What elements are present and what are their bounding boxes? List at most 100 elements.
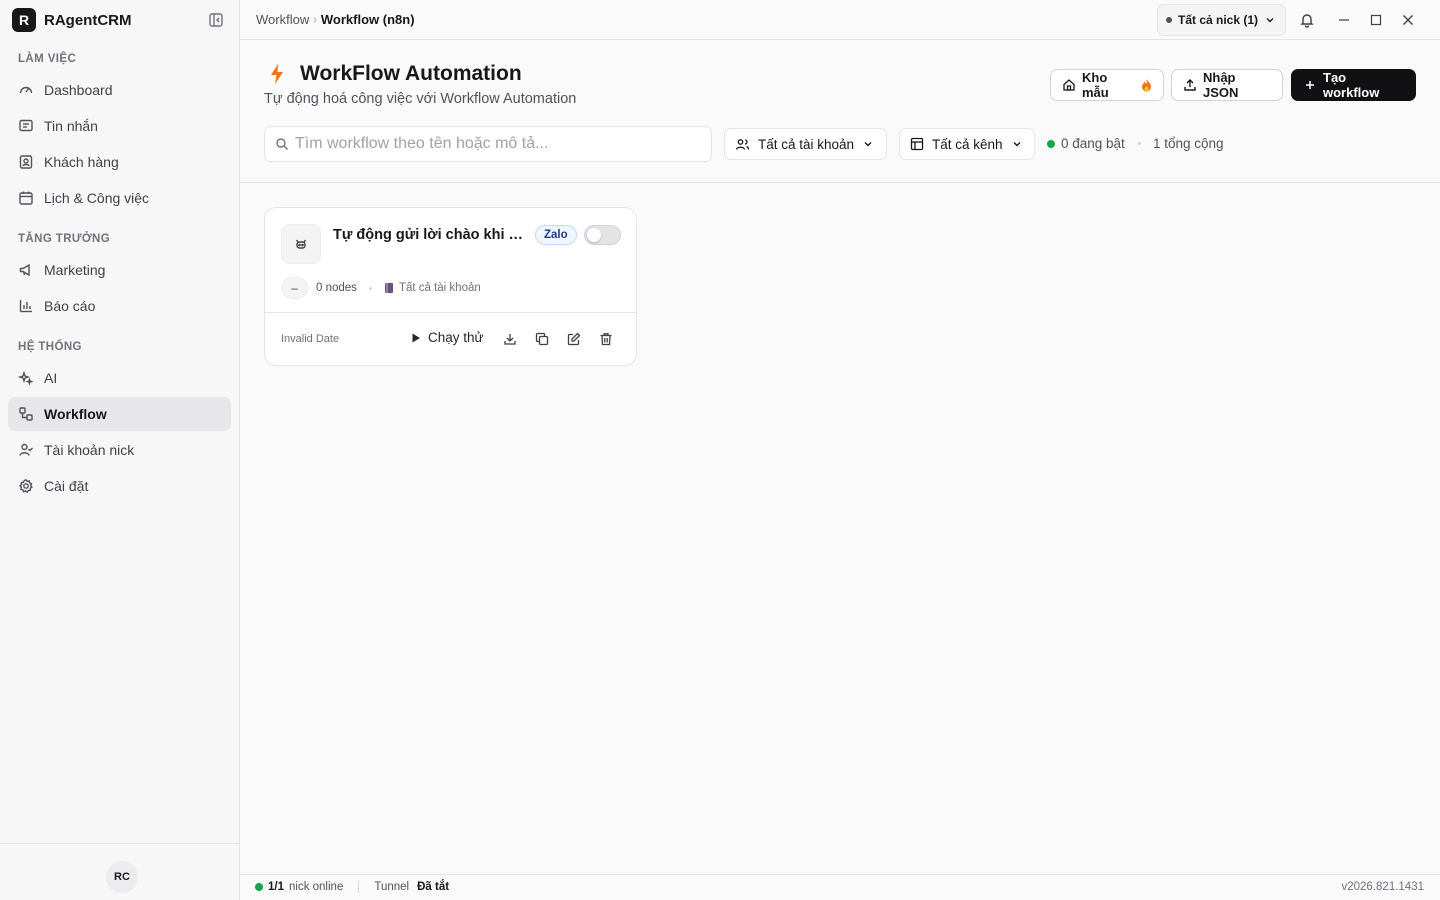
gauge-icon (18, 82, 34, 98)
brand[interactable]: R RAgentCRM (12, 8, 132, 32)
fire-icon (1141, 78, 1152, 92)
home-icon (1062, 78, 1076, 92)
create-workflow-button-label: Tạo workflow (1323, 70, 1380, 100)
bar-chart-icon (18, 298, 34, 314)
download-icon[interactable] (502, 331, 518, 347)
online-status-dot-icon (255, 883, 263, 891)
chevron-down-icon (1264, 14, 1276, 26)
workflow-card[interactable]: Tự động gửi lời chào khi kết bạn Zalo – … (264, 207, 637, 366)
search-box[interactable] (264, 126, 712, 162)
breadcrumb-item[interactable]: Workflow (256, 12, 309, 27)
total-count-label: 1 tổng cộng (1153, 136, 1224, 151)
breadcrumb-current: Workflow (n8n) (320, 12, 415, 27)
calendar-icon (18, 190, 34, 206)
trash-icon[interactable] (598, 331, 614, 347)
search-icon (275, 137, 289, 151)
sidebar-collapse-icon[interactable] (206, 10, 226, 30)
close-icon[interactable] (1398, 10, 1418, 30)
total-count: 1 tổng cộng (1153, 136, 1224, 151)
nick-select-value: Tất cả nick (1) (1178, 13, 1259, 27)
workflow-enable-toggle[interactable] (584, 225, 621, 245)
test-run-label: Chạy thử (428, 330, 484, 345)
user-check-icon (18, 442, 34, 458)
import-json-button[interactable]: Nhập JSON (1171, 69, 1283, 101)
edit-icon[interactable] (566, 331, 582, 347)
chevron-right-icon: › (313, 13, 317, 26)
sidebar-item-label: Báo cáo (44, 298, 96, 314)
nav-section-label: TĂNG TRƯỞNG (18, 233, 111, 245)
online-count: 1/1 (268, 881, 284, 893)
nav-section-label: HỆ THỐNG (18, 341, 82, 353)
channel-filter-value: Tất cả kênh (932, 136, 1003, 152)
import-json-button-label: Nhập JSON (1203, 70, 1239, 100)
sidebar-item-label: Workflow (44, 406, 107, 422)
account-filter[interactable]: Tất cả tài khoản (724, 128, 887, 160)
page-header: WorkFlow Automation Tự động hoá công việ… (240, 41, 1440, 183)
status-dot-icon (1166, 17, 1172, 23)
chevron-down-icon (1011, 138, 1023, 150)
topbar: Workflow › Workflow (n8n) Tất cả nick (1… (240, 0, 1440, 40)
workflow-date: Invalid Date (281, 333, 340, 345)
templates-button-label: Kho mẫu (1082, 70, 1109, 100)
bell-icon[interactable] (1297, 10, 1317, 30)
sparkles-icon (18, 370, 34, 386)
sidebar-item-ai[interactable]: AI (8, 361, 231, 395)
sidebar-item-workflow[interactable]: Workflow (8, 397, 231, 431)
sidebar-item-label: Lịch & Công việc (44, 190, 150, 206)
title-row: WorkFlow Automation (264, 61, 522, 87)
bot-icon (281, 224, 321, 264)
sidebar-item-reports[interactable]: Báo cáo (8, 289, 231, 323)
sidebar-item-settings[interactable]: Cài đặt (8, 469, 231, 503)
sidebar-item-label: Marketing (44, 262, 106, 278)
channel-filter[interactable]: Tất cả kênh (899, 128, 1035, 160)
sidebar-item-label: Dashboard (44, 82, 113, 98)
sidebar-footer: RC (0, 843, 240, 900)
table-icon (910, 137, 924, 151)
contact-icon (18, 154, 34, 170)
upload-icon (1183, 78, 1197, 92)
app-name: RAgentCRM (44, 11, 132, 29)
nav-section-label: LÀM VIỆC (18, 53, 77, 65)
copy-icon[interactable] (534, 331, 550, 347)
sidebar-item-calendar[interactable]: Lịch & Công việc (8, 181, 231, 215)
play-icon (411, 333, 421, 343)
active-count: 0 đang bật (1047, 136, 1125, 151)
sidebar-item-customers[interactable]: Khách hàng (8, 145, 231, 179)
search-input[interactable] (295, 135, 695, 153)
sidebar-item-marketing[interactable]: Marketing (8, 253, 231, 287)
test-run-button[interactable]: Chạy thử (411, 330, 484, 345)
status-divider (358, 881, 360, 893)
message-icon (18, 118, 34, 134)
node-count: 0 nodes (316, 282, 357, 294)
minimize-icon[interactable] (1334, 10, 1354, 30)
maximize-icon[interactable] (1366, 10, 1386, 30)
templates-button[interactable]: Kho mẫu (1050, 69, 1164, 101)
sidebar-item-messages[interactable]: Tin nhắn (8, 109, 231, 143)
sidebar-item-label: Tin nhắn (44, 118, 98, 134)
active-count-label: 0 đang bật (1061, 136, 1125, 151)
sidebar-item-label: Khách hàng (44, 154, 119, 170)
nodes-chip: – (281, 277, 308, 299)
card-divider (265, 312, 636, 313)
workflow-account: Tất cả tài khoản (384, 282, 481, 294)
workflow-title[interactable]: Tự động gửi lời chào khi kết bạn (333, 227, 528, 243)
toggle-knob (587, 228, 601, 242)
active-status-dot-icon (1047, 139, 1055, 148)
sidebar-item-accounts[interactable]: Tài khoản nick (8, 433, 231, 467)
tunnel-label: Tunnel (374, 881, 410, 893)
breadcrumb: Workflow › Workflow (n8n) (256, 12, 415, 27)
create-workflow-button[interactable]: Tạo workflow (1291, 69, 1416, 101)
online-label: nick online (289, 881, 344, 893)
nick-select[interactable]: Tất cả nick (1) (1157, 4, 1286, 36)
sidebar-item-dashboard[interactable]: Dashboard (8, 73, 231, 107)
book-icon (384, 282, 394, 294)
sidebar-item-label: Cài đặt (44, 478, 89, 494)
status-bar: 1/1 nick online Tunnel Đã tắt v2026.821.… (240, 874, 1440, 900)
channel-badge: Zalo (535, 225, 577, 245)
status-left: 1/1 nick online Tunnel Đã tắt (255, 881, 449, 893)
page-title: WorkFlow Automation (300, 62, 522, 85)
account-filter-value: Tất cả tài khoản (758, 136, 855, 152)
plus-icon (1303, 78, 1317, 92)
sidebar: R RAgentCRM LÀM VIỆC Dashboard Tin nhắn … (0, 0, 240, 900)
avatar[interactable]: RC (106, 861, 138, 893)
